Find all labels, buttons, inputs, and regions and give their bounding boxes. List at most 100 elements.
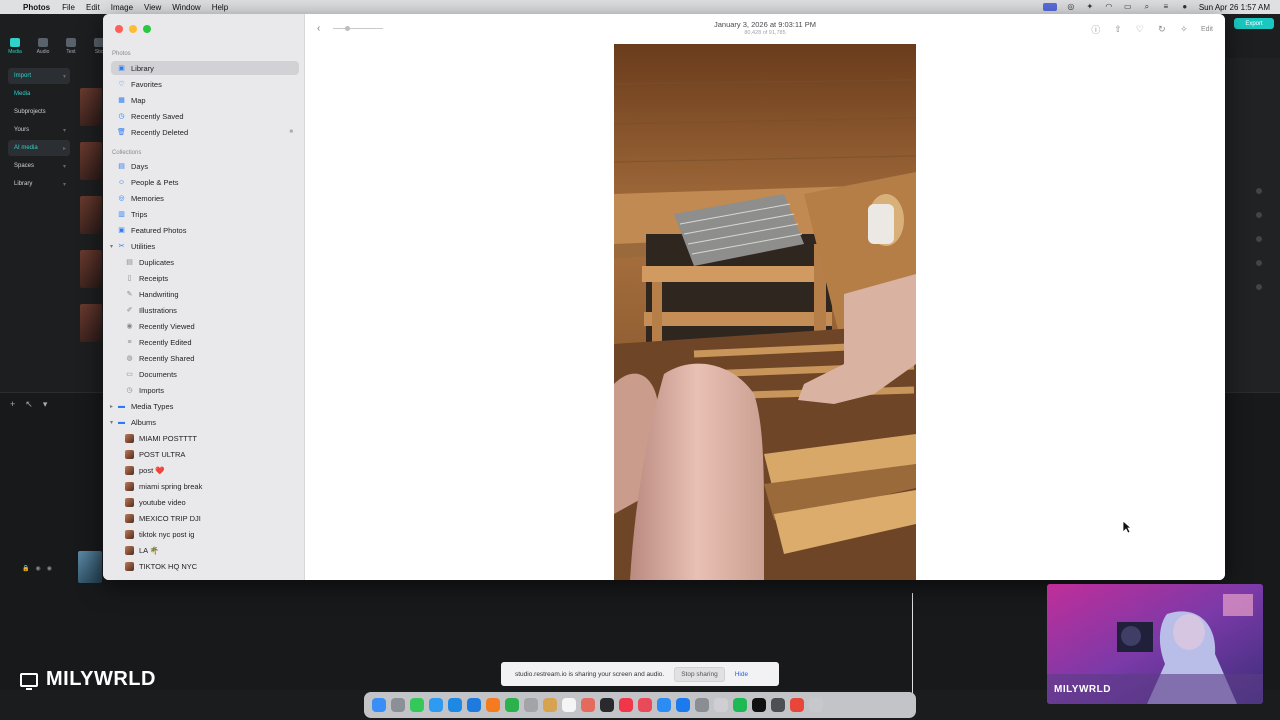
media-thumbnail[interactable]: [80, 250, 102, 288]
sidebar-item-recently-viewed[interactable]: ◉ Recently Viewed: [119, 319, 299, 333]
window-app-icon[interactable]: [771, 698, 785, 712]
sidebar-item-recently-saved[interactable]: ◷ Recently Saved: [111, 109, 299, 123]
launchpad-icon[interactable]: [391, 698, 405, 712]
editor-nav-ai-media[interactable]: AI media ▸: [8, 140, 70, 156]
search-icon[interactable]: ⌕: [1142, 3, 1152, 11]
sidebar-item-recently-edited[interactable]: ≡ Recently Edited: [119, 335, 299, 349]
menu-view[interactable]: View: [144, 3, 161, 12]
app-store-icon[interactable]: [676, 698, 690, 712]
battery-icon[interactable]: ▭: [1123, 3, 1133, 11]
timeline-clip[interactable]: [78, 551, 102, 583]
facetime-icon[interactable]: [505, 698, 519, 712]
sidebar-item-favorites[interactable]: ♡ Favorites: [111, 77, 299, 91]
hide-button[interactable]: Hide: [735, 671, 748, 678]
sidebar-item-trips[interactable]: ▥ Trips: [111, 207, 299, 221]
notes-icon[interactable]: [543, 698, 557, 712]
menu-image[interactable]: Image: [111, 3, 133, 12]
heart-icon[interactable]: ♡: [1135, 24, 1145, 35]
zoom-window-button[interactable]: [143, 25, 151, 33]
sidebar-album[interactable]: miami spring break: [119, 479, 299, 493]
reminders-icon[interactable]: [562, 698, 576, 712]
timeline-playhead[interactable]: [912, 593, 913, 693]
sidebar-album[interactable]: tiktok nyc post ig: [119, 527, 299, 541]
info-icon[interactable]: ⓘ: [1091, 23, 1101, 36]
sidebar-item-illustrations[interactable]: ✐ Illustrations: [119, 303, 299, 317]
keynote-icon[interactable]: [657, 698, 671, 712]
settings-icon[interactable]: [695, 698, 709, 712]
editor-nav-library[interactable]: Library ▾: [8, 176, 70, 192]
spotify-icon[interactable]: [733, 698, 747, 712]
sauna-photo[interactable]: [614, 44, 916, 580]
capcut-icon[interactable]: [752, 698, 766, 712]
chevron-down-icon[interactable]: ▾: [43, 399, 48, 410]
sidebar-item-documents[interactable]: ▭ Documents: [119, 367, 299, 381]
sidebar-item-albums[interactable]: ▾ ▬ Albums: [110, 415, 299, 429]
sidebar-album[interactable]: MEXICO TRIP DJI: [119, 511, 299, 525]
mail-icon[interactable]: [429, 698, 443, 712]
creative-cloud-icon[interactable]: ◎: [1066, 3, 1076, 11]
property-knob[interactable]: [1256, 284, 1262, 290]
sidebar-item-map[interactable]: ▦ Map: [111, 93, 299, 107]
sidebar-item-recently-deleted[interactable]: 🗑 Recently Deleted ■: [111, 125, 299, 139]
eye-icon[interactable]: ◉: [35, 565, 40, 572]
export-button[interactable]: Export: [1234, 18, 1274, 29]
menu-file[interactable]: File: [62, 3, 75, 12]
stop-sharing-button[interactable]: Stop sharing: [674, 666, 725, 682]
disclosure-closed-icon[interactable]: ▸: [110, 403, 117, 410]
sidebar-album[interactable]: POST ULTRA: [119, 447, 299, 461]
magic-wand-icon[interactable]: ✧: [1179, 24, 1189, 35]
screen-share-status-icon[interactable]: [1042, 3, 1057, 11]
select-tool-icon[interactable]: ↖: [25, 399, 33, 410]
close-window-button[interactable]: [115, 25, 123, 33]
disclosure-open-icon[interactable]: ▾: [110, 243, 117, 250]
menu-window[interactable]: Window: [172, 3, 200, 12]
news-icon[interactable]: [638, 698, 652, 712]
property-knob[interactable]: [1256, 188, 1262, 194]
editor-nav-spaces[interactable]: Spaces ▾: [8, 158, 70, 174]
user-avatar-icon[interactable]: ●: [1180, 3, 1190, 11]
media-thumbnail[interactable]: [80, 88, 102, 126]
sidebar-item-utilities[interactable]: ▾ ✂ Utilities: [110, 239, 299, 253]
add-track-icon[interactable]: +: [10, 399, 15, 410]
sidebar-item-recently-shared[interactable]: ◍ Recently Shared: [119, 351, 299, 365]
sidebar-item-receipts[interactable]: ▯ Receipts: [119, 271, 299, 285]
sidebar-item-featured-photos[interactable]: ▣ Featured Photos: [111, 223, 299, 237]
sparkle-icon[interactable]: ✦: [1085, 3, 1095, 11]
sidebar-album[interactable]: LA 🌴: [119, 543, 299, 557]
preview-icon[interactable]: [714, 698, 728, 712]
sidebar-item-people-pets[interactable]: ☺ People & Pets: [111, 175, 299, 189]
editor-nav-import[interactable]: Import ▾: [8, 68, 70, 84]
editor-nav-yours[interactable]: Yours ▾: [8, 122, 70, 138]
sidebar-album[interactable]: post ❤️: [119, 463, 299, 477]
editor-tool-text[interactable]: Text: [62, 38, 80, 55]
sidebar-item-library[interactable]: ▣ Library: [111, 61, 299, 75]
media-thumbnail[interactable]: [80, 304, 102, 342]
editor-nav-subprojects[interactable]: Subprojects: [8, 104, 70, 120]
sidebar-item-memories[interactable]: ◎ Memories: [111, 191, 299, 205]
menu-edit[interactable]: Edit: [86, 3, 100, 12]
sidebar-album[interactable]: youtube video: [119, 495, 299, 509]
tv-icon[interactable]: [600, 698, 614, 712]
menu-app-name[interactable]: Photos: [23, 3, 50, 12]
property-knob[interactable]: [1256, 236, 1262, 242]
editor-tool-media[interactable]: Media: [6, 38, 24, 55]
finder-icon[interactable]: [372, 698, 386, 712]
mute-icon[interactable]: ◉: [47, 565, 52, 572]
control-center-icon[interactable]: ≡: [1161, 3, 1171, 11]
editor-nav-media[interactable]: Media: [8, 86, 70, 102]
sidebar-item-duplicates[interactable]: ▤ Duplicates: [119, 255, 299, 269]
music-icon[interactable]: [619, 698, 633, 712]
wifi-icon[interactable]: ◠: [1104, 3, 1114, 11]
share-icon[interactable]: ⇧: [1113, 24, 1123, 35]
sidebar-album[interactable]: TIKTOK HQ NYC: [119, 559, 299, 573]
calendar-icon[interactable]: [524, 698, 538, 712]
media-thumbnail[interactable]: [80, 142, 102, 180]
menubar-clock[interactable]: Sun Apr 26 1:57 AM: [1199, 3, 1270, 12]
editor-tool-audio[interactable]: Audio: [34, 38, 52, 55]
lock-icon[interactable]: 🔒: [22, 565, 29, 572]
property-knob[interactable]: [1256, 260, 1262, 266]
messages-icon[interactable]: [410, 698, 424, 712]
property-knob[interactable]: [1256, 212, 1262, 218]
rotate-icon[interactable]: ↻: [1157, 24, 1167, 35]
menu-help[interactable]: Help: [212, 3, 228, 12]
